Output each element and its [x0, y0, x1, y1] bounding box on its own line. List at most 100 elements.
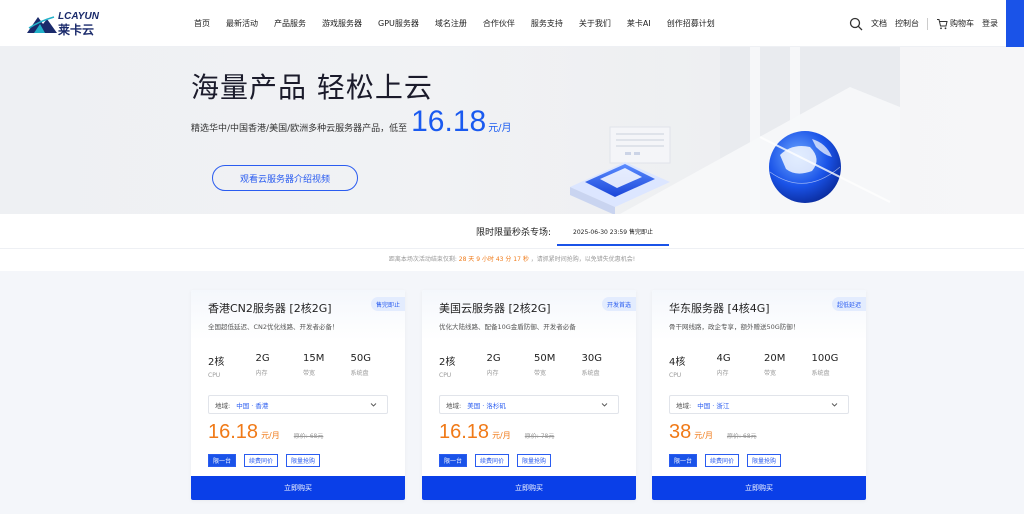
region-label: 地域:: [676, 401, 692, 410]
menu-item-gpu-servers[interactable]: GPU服务器: [378, 18, 419, 29]
region-value: 中国 · 香港: [236, 401, 269, 410]
register-button[interactable]: [1006, 0, 1024, 47]
spec-disk: 100G 系统盘: [812, 353, 860, 379]
flash-sale-session-tab[interactable]: 2025-06-30 23:59 售完即止: [557, 218, 669, 246]
chevron-down-icon: [601, 403, 608, 407]
card-description: 骨干网线路，政企专享，额外赠送50G防御！: [669, 323, 800, 331]
hero-subtitle: 精选华中/中国香港/美国/欧洲多种云服务器产品，低至 16.18 元/月: [191, 105, 512, 139]
original-price: 原价: 78元: [524, 433, 555, 440]
menu-item-partners[interactable]: 合作伙伴: [483, 18, 515, 29]
region-value: 中国 · 浙江: [697, 401, 730, 410]
spec-bandwidth: 15M 带宽: [303, 353, 351, 379]
console-link[interactable]: 控制台: [895, 18, 919, 29]
product-card-east-china: 华东服务器 [4核4G] 超低延迟 骨干网线路，政企专享，额外赠送50G防御！ …: [652, 290, 866, 500]
region-select[interactable]: 地域: 中国 · 香港: [208, 395, 388, 414]
card-title: 香港CN2服务器 [2核2G]: [208, 302, 332, 315]
login-link[interactable]: 登录: [982, 18, 998, 29]
spec-value: 15M: [303, 353, 325, 364]
tag-limited-rush: 限量抢购: [286, 454, 321, 467]
region-label: 地域:: [215, 401, 231, 410]
spec-label: CPU: [439, 372, 452, 379]
nav-right: 文档 控制台 购物车 登录: [849, 0, 1024, 47]
card-specs: 2核 CPU 2G 内存 15M 带宽 50G 系统盘: [208, 353, 398, 379]
price-row: 16.18 元/月 原价: 78元: [439, 421, 554, 444]
card-specs: 4核 CPU 4G 内存 20M 带宽 100G 系统盘: [669, 353, 859, 379]
spec-memory: 2G 内存: [256, 353, 304, 379]
price-row: 38 元/月 原价: 68元: [669, 421, 757, 444]
menu-item-ai[interactable]: 莱卡AI: [627, 18, 651, 29]
hero-subtitle-text: 精选华中/中国香港/美国/欧洲多种云服务器产品，低至: [191, 124, 408, 134]
region-select[interactable]: 地域: 美国 · 洛杉矶: [439, 395, 619, 414]
spec-label: 内存: [716, 370, 729, 377]
cart-link[interactable]: 购物车: [950, 18, 974, 29]
spec-label: CPU: [669, 372, 682, 379]
menu-item-about[interactable]: 关于我们: [579, 18, 611, 29]
menu-item-products[interactable]: 产品服务: [274, 18, 306, 29]
docs-link[interactable]: 文档: [871, 18, 887, 29]
spec-value: 2核: [439, 357, 456, 368]
price-row: 16.18 元/月 原价: 68元: [208, 421, 323, 444]
spec-value: 4核: [669, 357, 686, 368]
tag-renew-same-price: 续费同价: [244, 454, 279, 467]
card-tags: 限一台 续费同价 限量抢购: [439, 454, 559, 467]
spec-value: 2G: [486, 353, 501, 364]
countdown-suffix: ，请抓紧时间抢购，以免错失优惠机会!: [530, 256, 636, 263]
tag-limit-one: 限一台: [669, 454, 698, 467]
spec-memory: 4G 内存: [717, 353, 765, 379]
card-description: 全国超低延迟、CN2优化线路、开发者必备！: [208, 323, 339, 331]
card-specs: 2核 CPU 2G 内存 50M 带宽 30G 系统盘: [439, 353, 629, 379]
flash-sale-label: 限时限量秒杀专场:: [476, 228, 552, 238]
spec-label: 带宽: [534, 370, 547, 377]
buy-now-button[interactable]: 立即购买: [191, 476, 405, 500]
spec-cpu: 2核 CPU: [439, 353, 487, 379]
countdown-prefix: 距离本场次活动结束仅剩:: [388, 256, 457, 263]
spec-label: 内存: [255, 370, 268, 377]
hero-price-unit: 元/月: [488, 123, 512, 134]
watch-video-button[interactable]: 观看云服务器介绍视频: [212, 165, 358, 191]
price-unit: 元/月: [492, 431, 511, 440]
spec-disk: 50G 系统盘: [351, 353, 399, 379]
card-tags: 限一台 续费同价 限量抢购: [208, 454, 328, 467]
card-tags: 限一台 续费同价 限量抢购: [669, 454, 789, 467]
menu-item-domains[interactable]: 域名注册: [435, 18, 467, 29]
menu-item-home[interactable]: 首页: [194, 18, 210, 29]
menu-item-events[interactable]: 最新活动: [226, 18, 258, 29]
card-badge: 售完即止: [370, 297, 405, 311]
spec-value: 30G: [581, 353, 602, 364]
countdown-value: 28 天 9 小时 43 分 17 秒: [458, 256, 529, 263]
region-select[interactable]: 地域: 中国 · 浙江: [669, 395, 849, 414]
tag-limited-rush: 限量抢购: [517, 454, 552, 467]
search-icon[interactable]: [849, 17, 863, 31]
card-title: 美国云服务器 [2核2G]: [439, 302, 551, 315]
tag-renew-same-price: 续费同价: [705, 454, 740, 467]
price-value: 38: [669, 421, 692, 443]
chevron-down-icon: [370, 403, 377, 407]
spec-disk: 30G 系统盘: [582, 353, 630, 379]
spec-label: 系统盘: [581, 370, 600, 377]
chevron-down-icon: [831, 403, 838, 407]
tag-limited-rush: 限量抢购: [747, 454, 782, 467]
spec-memory: 2G 内存: [487, 353, 535, 379]
spec-cpu: 4核 CPU: [669, 353, 717, 379]
top-nav: LCAYUN 莱卡云 首页 最新活动 产品服务 游戏服务器 GPU服务器 域名注…: [0, 0, 1024, 47]
buy-now-button[interactable]: 立即购买: [652, 476, 866, 500]
spec-value: 50G: [350, 353, 371, 364]
spec-value: 2G: [255, 353, 270, 364]
card-title: 华东服务器 [4核4G]: [669, 302, 770, 315]
tag-renew-same-price: 续费同价: [475, 454, 510, 467]
logo-text-chinese: 莱卡云: [58, 23, 95, 37]
original-price: 原价: 68元: [293, 433, 324, 440]
menu-item-game-servers[interactable]: 游戏服务器: [322, 18, 362, 29]
spec-label: CPU: [208, 372, 221, 379]
cart-icon[interactable]: [936, 18, 948, 30]
price-value: 16.18: [439, 421, 490, 443]
buy-now-button[interactable]: 立即购买: [422, 476, 636, 500]
spec-bandwidth: 20M 带宽: [764, 353, 812, 379]
logo[interactable]: LCAYUN 莱卡云: [26, 11, 106, 37]
product-card-us-cloud: 美国云服务器 [2核2G] 开发首选 优化大陆线路、配备10G金盾防御、开发者必…: [422, 290, 636, 500]
spec-value: 50M: [534, 353, 556, 364]
menu-item-support[interactable]: 服务支持: [531, 18, 563, 29]
logo-mountain-icon: [27, 16, 57, 33]
spec-value: 100G: [811, 353, 839, 364]
menu-item-creator-program[interactable]: 创作招募计划: [667, 18, 715, 29]
